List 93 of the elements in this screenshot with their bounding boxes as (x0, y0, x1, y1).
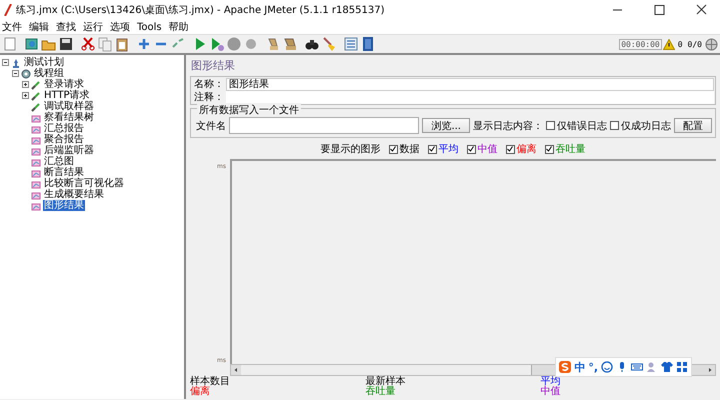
log-label: 显示日志内容： (473, 120, 543, 132)
tree-item[interactable]: 后端监听器 (43, 145, 95, 156)
tree-item[interactable]: 汇总报告 (43, 123, 85, 134)
tree-item[interactable]: HTTP请求 (43, 90, 91, 101)
checkbox[interactable] (544, 144, 554, 154)
field-label: 文件名 (195, 120, 226, 132)
tree-item[interactable]: 断言结果 (43, 167, 85, 178)
chart-icon (31, 190, 41, 200)
feather-icon (4, 4, 12, 16)
paste-icon[interactable] (114, 36, 130, 52)
pen-icon (31, 90, 41, 100)
plan-icon (11, 58, 21, 68)
warning-icon[interactable] (662, 38, 675, 50)
tree-item[interactable]: 图形结果 (43, 200, 85, 211)
chart-icon (31, 112, 41, 122)
tree-item[interactable]: 登录请求 (43, 79, 85, 90)
menu-item[interactable]: 运行 (83, 20, 103, 34)
tree-item[interactable]: 聚合报告 (43, 134, 85, 145)
collapse-icon[interactable] (2, 59, 9, 66)
checkbox-label: 吞吐量 (556, 142, 586, 156)
menu-item[interactable]: 编辑 (29, 20, 49, 34)
field-label: 名称： (193, 78, 224, 91)
tree-item[interactable]: 比较断言可视化器 (43, 178, 125, 189)
legend-label: 中值 (540, 387, 562, 397)
chart-icon (31, 146, 41, 156)
filename-field[interactable] (229, 117, 420, 134)
timer-display: 00:00:00 (619, 38, 662, 50)
cut-icon[interactable] (80, 36, 96, 52)
menu-item[interactable]: Tools (137, 22, 162, 32)
chart-icon (31, 156, 41, 166)
tree-item[interactable]: 线程组 (33, 68, 65, 79)
grid-icon[interactable] (676, 361, 688, 373)
checkbox[interactable] (546, 121, 555, 130)
logo-icon[interactable] (559, 361, 572, 373)
save-icon[interactable] (58, 36, 74, 52)
browse-button[interactable]: 浏览... (422, 118, 470, 133)
tree-item[interactable]: 调试取样器 (43, 101, 95, 112)
list-icon[interactable] (343, 36, 359, 52)
expand-icon[interactable] (22, 92, 29, 99)
punctuation-mode[interactable]: °, (588, 360, 598, 374)
menu-item[interactable]: 选项 (110, 20, 130, 34)
tree-item[interactable]: 生成概要结果 (43, 189, 105, 200)
checkbox[interactable] (466, 144, 476, 154)
menu-item[interactable]: 查找 (56, 20, 76, 34)
keyboard-icon[interactable] (631, 361, 643, 373)
book-icon[interactable] (360, 36, 376, 52)
checkbox[interactable] (388, 144, 398, 154)
legend-label: 最新样本 (365, 377, 406, 387)
pen-icon (31, 80, 41, 90)
checkbox-label: 平均 (438, 143, 458, 156)
field-label: 注释： (193, 90, 224, 104)
legend-label: 样本数目 (190, 377, 231, 387)
legend-label: 平均 (540, 377, 562, 387)
template-icon[interactable] (24, 36, 40, 52)
checkbox[interactable] (610, 121, 619, 130)
menu-item[interactable]: 文件 (2, 20, 22, 34)
chart-icon (31, 178, 41, 188)
input-mode[interactable]: 中 (574, 360, 586, 374)
chart-icon (31, 200, 41, 210)
checkbox-label: 仅成功日志 (621, 120, 671, 132)
warning-count: 0 (678, 40, 683, 48)
checkbox-label: 偏离 (516, 142, 536, 156)
smiley-icon[interactable] (601, 361, 613, 373)
chart-icon (31, 134, 41, 144)
group-title: 所有数据写入一个文件 (197, 103, 301, 117)
checkbox-label: 中值 (478, 142, 498, 156)
checkbox[interactable] (428, 144, 436, 154)
comment-field[interactable] (226, 90, 714, 104)
checkbox-label: 仅错误日志 (557, 120, 607, 132)
panel-title: 图形结果 (191, 58, 236, 73)
shirt-icon[interactable] (661, 361, 673, 373)
chart-icon (31, 168, 41, 178)
graphs-label: 要显示的图形 (320, 143, 380, 156)
legend-label: 吞吐量 (365, 387, 396, 397)
thread-count: 0/0 (688, 40, 702, 48)
pen-icon (31, 102, 41, 112)
tree-item[interactable]: 察看结果树 (43, 112, 95, 123)
chart-icon (31, 124, 41, 134)
gear-icon (21, 68, 31, 78)
checkbox[interactable] (506, 144, 514, 154)
checkbox-label: 数据 (400, 143, 420, 156)
name-field[interactable]: 图形结果 (226, 78, 714, 90)
new-file-icon[interactable] (2, 36, 18, 52)
globe-icon[interactable] (705, 38, 718, 50)
tree-item[interactable]: 汇总图 (43, 156, 75, 167)
collapse-icon[interactable] (12, 70, 19, 77)
expand-icon[interactable] (22, 81, 29, 88)
configure-button[interactable]: 配置 (674, 118, 712, 133)
play-icon[interactable] (209, 36, 225, 52)
tree-item[interactable]: 测试计划 (23, 57, 65, 68)
menu-item[interactable]: 帮助 (168, 20, 189, 34)
window-title: 练习.jmx (C:\Users\13426\桌面\练习.jmx) - Apache JMeter (5.1.1 r1855137) (16, 4, 386, 17)
legend-label: 偏离 (190, 387, 211, 397)
